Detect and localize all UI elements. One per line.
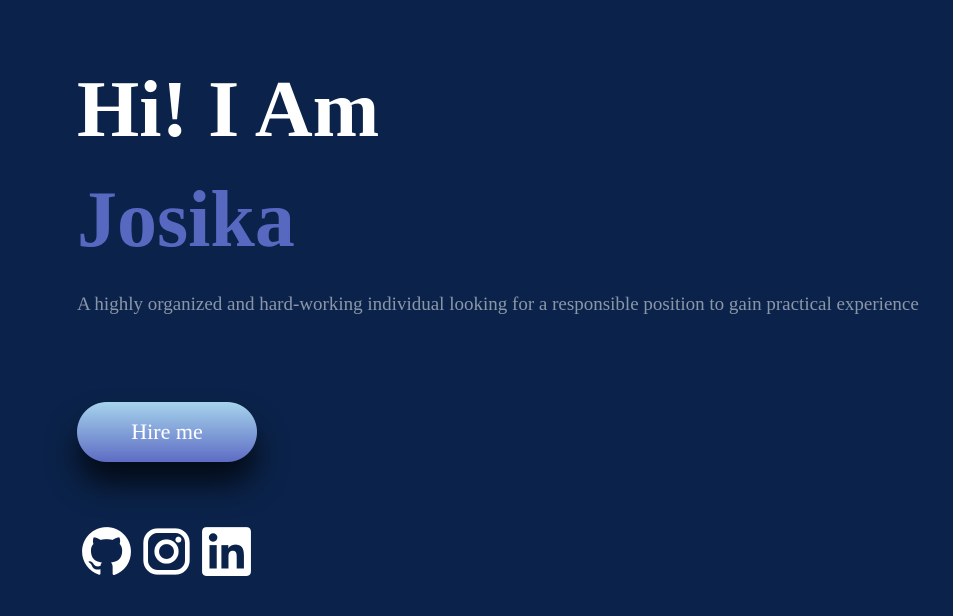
github-icon (82, 527, 131, 576)
instagram-link[interactable] (141, 526, 192, 577)
hire-me-button[interactable]: Hire me (77, 402, 257, 462)
github-link[interactable] (81, 526, 132, 577)
tagline-text: A highly organized and hard-working indi… (77, 294, 919, 315)
instagram-icon (143, 528, 190, 575)
linkedin-link[interactable] (201, 526, 252, 577)
social-links (81, 526, 252, 577)
name-heading: Josika (77, 176, 295, 264)
greeting-heading: Hi! I Am (77, 66, 380, 154)
linkedin-icon (202, 527, 251, 576)
